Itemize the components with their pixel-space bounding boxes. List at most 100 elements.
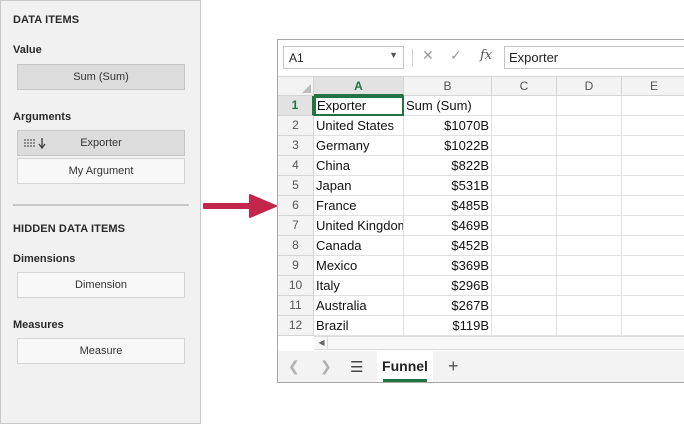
empty-cell[interactable] [622,176,684,196]
empty-cell[interactable] [622,156,684,176]
empty-cell[interactable] [492,276,557,296]
menu-icon[interactable]: ☰ [350,358,363,376]
empty-cell[interactable] [492,116,557,136]
row-header[interactable]: 5 [278,176,314,196]
sort-descending-icon[interactable] [38,137,46,149]
table-cell[interactable]: $369B [404,256,492,276]
empty-cell[interactable] [557,236,622,256]
empty-cell[interactable] [557,176,622,196]
row-header[interactable]: 10 [278,276,314,296]
spreadsheet-window: A1 ▼ ✕ ✓ fx Exporter A B C D E 1 Exporter Sum (… [277,39,684,383]
table-cell[interactable]: $469B [404,216,492,236]
empty-cell[interactable] [492,136,557,156]
row-header[interactable]: 4 [278,156,314,176]
empty-cell[interactable] [492,316,557,336]
row-header[interactable]: 11 [278,296,314,316]
enter-icon[interactable]: ✓ [450,47,462,64]
row-header[interactable]: 2 [278,116,314,136]
table-cell[interactable]: $1022B [404,136,492,156]
table-cell[interactable]: Canada [314,236,404,256]
horizontal-scrollbar[interactable]: ◀ [314,336,684,350]
grip-icon[interactable] [24,138,35,148]
table-cell[interactable]: Italy [314,276,404,296]
table-cell[interactable]: Australia [314,296,404,316]
empty-cell[interactable] [557,136,622,156]
row-header[interactable]: 8 [278,236,314,256]
empty-cell[interactable] [557,216,622,236]
function-icon[interactable]: fx [480,48,492,63]
formula-input[interactable]: Exporter [504,46,684,69]
dimension-item-placeholder[interactable]: Dimension [17,272,185,298]
empty-cell[interactable] [622,256,684,276]
table-cell[interactable]: $452B [404,236,492,256]
table-cell[interactable]: $1070B [404,116,492,136]
empty-cell[interactable] [557,256,622,276]
table-cell[interactable]: China [314,156,404,176]
chevron-right-icon[interactable]: ❯ [320,358,332,375]
empty-cell[interactable] [622,196,684,216]
scroll-left-icon[interactable]: ◀ [316,337,328,349]
table-cell[interactable]: France [314,196,404,216]
table-cell[interactable]: $296B [404,276,492,296]
row-header[interactable]: 7 [278,216,314,236]
empty-cell[interactable] [492,256,557,276]
table-cell[interactable]: $822B [404,156,492,176]
measure-item-placeholder[interactable]: Measure [17,338,185,364]
empty-cell[interactable] [557,96,622,116]
table-cell[interactable]: $485B [404,196,492,216]
chevron-left-icon[interactable]: ❮ [288,358,300,375]
row-header[interactable]: 9 [278,256,314,276]
empty-cell[interactable] [492,236,557,256]
column-header-a[interactable]: A [314,77,404,96]
column-header-c[interactable]: C [492,77,557,96]
empty-cell[interactable] [492,96,557,116]
sheet-tab-funnel[interactable]: Funnel [377,351,433,382]
empty-cell[interactable] [492,296,557,316]
chevron-down-icon[interactable]: ▼ [389,50,398,60]
row-header[interactable]: 12 [278,316,314,336]
name-box[interactable]: A1 ▼ [283,46,404,69]
empty-cell[interactable] [492,196,557,216]
table-cell[interactable]: $267B [404,296,492,316]
value-item-sum[interactable]: Sum (Sum) [17,64,185,90]
table-cell[interactable]: Germany [314,136,404,156]
column-header-b[interactable]: B [404,77,492,96]
table-cell[interactable]: $119B [404,316,492,336]
row-header[interactable]: 3 [278,136,314,156]
argument-item-placeholder[interactable]: My Argument [17,158,185,184]
empty-cell[interactable] [492,216,557,236]
active-cell[interactable]: Exporter [314,96,404,116]
empty-cell[interactable] [622,136,684,156]
argument-item-exporter[interactable]: Exporter [17,130,185,156]
table-cell[interactable]: $531B [404,176,492,196]
table-cell[interactable]: Sum (Sum) [404,96,492,116]
empty-cell[interactable] [622,236,684,256]
hidden-data-items-title: HIDDEN DATA ITEMS [13,223,126,235]
empty-cell[interactable] [622,316,684,336]
column-header-d[interactable]: D [557,77,622,96]
empty-cell[interactable] [622,276,684,296]
table-cell[interactable]: Brazil [314,316,404,336]
row-header[interactable]: 1 [278,96,314,116]
empty-cell[interactable] [557,156,622,176]
cancel-icon[interactable]: ✕ [422,47,434,64]
empty-cell[interactable] [622,96,684,116]
table-cell[interactable]: Mexico [314,256,404,276]
add-sheet-icon[interactable]: + [448,356,459,377]
empty-cell[interactable] [492,176,557,196]
column-header-e[interactable]: E [622,77,684,96]
table-cell[interactable]: United States [314,116,404,136]
select-all-corner[interactable] [278,77,314,96]
empty-cell[interactable] [557,276,622,296]
empty-cell[interactable] [492,156,557,176]
table-cell[interactable]: Japan [314,176,404,196]
empty-cell[interactable] [622,296,684,316]
table-cell[interactable]: United Kingdom [314,216,404,236]
empty-cell[interactable] [557,116,622,136]
empty-cell[interactable] [557,296,622,316]
empty-cell[interactable] [557,316,622,336]
empty-cell[interactable] [622,216,684,236]
empty-cell[interactable] [622,116,684,136]
empty-cell[interactable] [557,196,622,216]
row-header[interactable]: 6 [278,196,314,216]
